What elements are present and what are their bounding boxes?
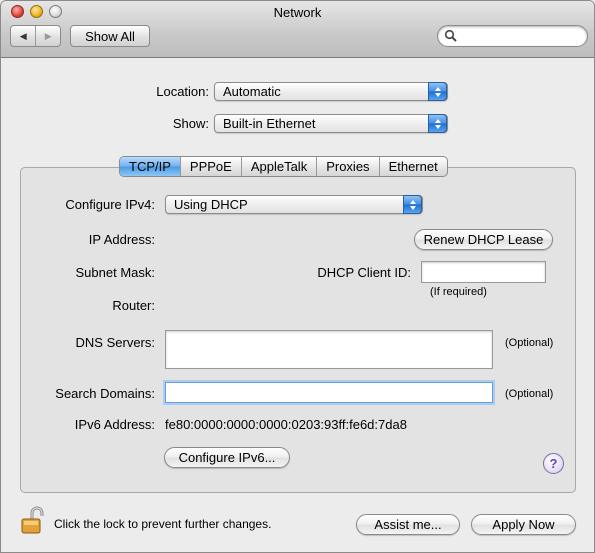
popup-arrows-icon [428,82,447,101]
tab-tcpip[interactable]: TCP/IP [120,157,180,176]
assist-me-button[interactable]: Assist me... [356,514,460,535]
location-value: Automatic [223,84,281,99]
tab-bar: TCP/IP PPPoE AppleTalk Proxies Ethernet [119,156,448,177]
lock-icon[interactable] [20,505,48,535]
subnet-mask-label: Subnet Mask: [75,265,156,280]
tab-proxies[interactable]: Proxies [316,157,378,176]
window-title: Network [273,5,322,20]
dhcp-client-id-field[interactable] [421,261,546,283]
ipv6-address-value: fe80:0000:0000:0000:0203:93ff:fe6d:7da8 [165,417,407,432]
ip-address-label: IP Address: [88,232,155,247]
help-button[interactable]: ? [543,453,564,474]
if-required-note: (If required) [430,286,487,298]
search-icon [444,29,457,42]
network-preferences-window: Network ◀ ▶ Show All Location: Automatic… [0,0,595,553]
lock-status-text: Click the lock to prevent further change… [54,517,272,531]
title-bar: Network ◀ ▶ Show All [1,1,594,58]
location-label: Location: [156,84,209,99]
configure-ipv4-label: Configure IPv4: [65,197,155,212]
show-popup[interactable]: Built-in Ethernet [214,114,448,133]
search-domains-label: Search Domains: [55,386,155,401]
search-field[interactable] [437,25,588,47]
dhcp-client-id-label: DHCP Client ID: [317,265,411,280]
ipv6-address-label: IPv6 Address: [74,417,155,432]
tab-pppoe[interactable]: PPPoE [179,157,241,176]
configure-ipv6-button[interactable]: Configure IPv6... [164,447,290,468]
dns-servers-label: DNS Servers: [75,335,155,350]
renew-dhcp-lease-button[interactable]: Renew DHCP Lease [414,229,553,250]
configure-ipv4-popup[interactable]: Using DHCP [165,195,423,214]
dns-optional-note: (Optional) [505,337,554,349]
tab-ethernet[interactable]: Ethernet [378,157,447,176]
popup-arrows-icon [403,195,422,214]
show-value: Built-in Ethernet [223,116,316,131]
back-forward-control: ◀ ▶ [10,25,61,47]
router-label: Router: [112,298,155,313]
dns-servers-field[interactable] [165,330,493,369]
show-label: Show: [172,116,209,131]
search-optional-note: (Optional) [505,388,554,400]
back-arrow-icon[interactable]: ◀ [11,26,35,46]
apply-now-button[interactable]: Apply Now [471,514,576,535]
show-all-button[interactable]: Show All [70,25,150,47]
tab-appletalk[interactable]: AppleTalk [240,157,316,176]
forward-arrow-icon[interactable]: ▶ [35,26,60,46]
popup-arrows-icon [428,114,447,133]
configure-ipv4-value: Using DHCP [174,197,248,212]
location-popup[interactable]: Automatic [214,82,448,101]
search-domains-field[interactable] [165,382,493,403]
